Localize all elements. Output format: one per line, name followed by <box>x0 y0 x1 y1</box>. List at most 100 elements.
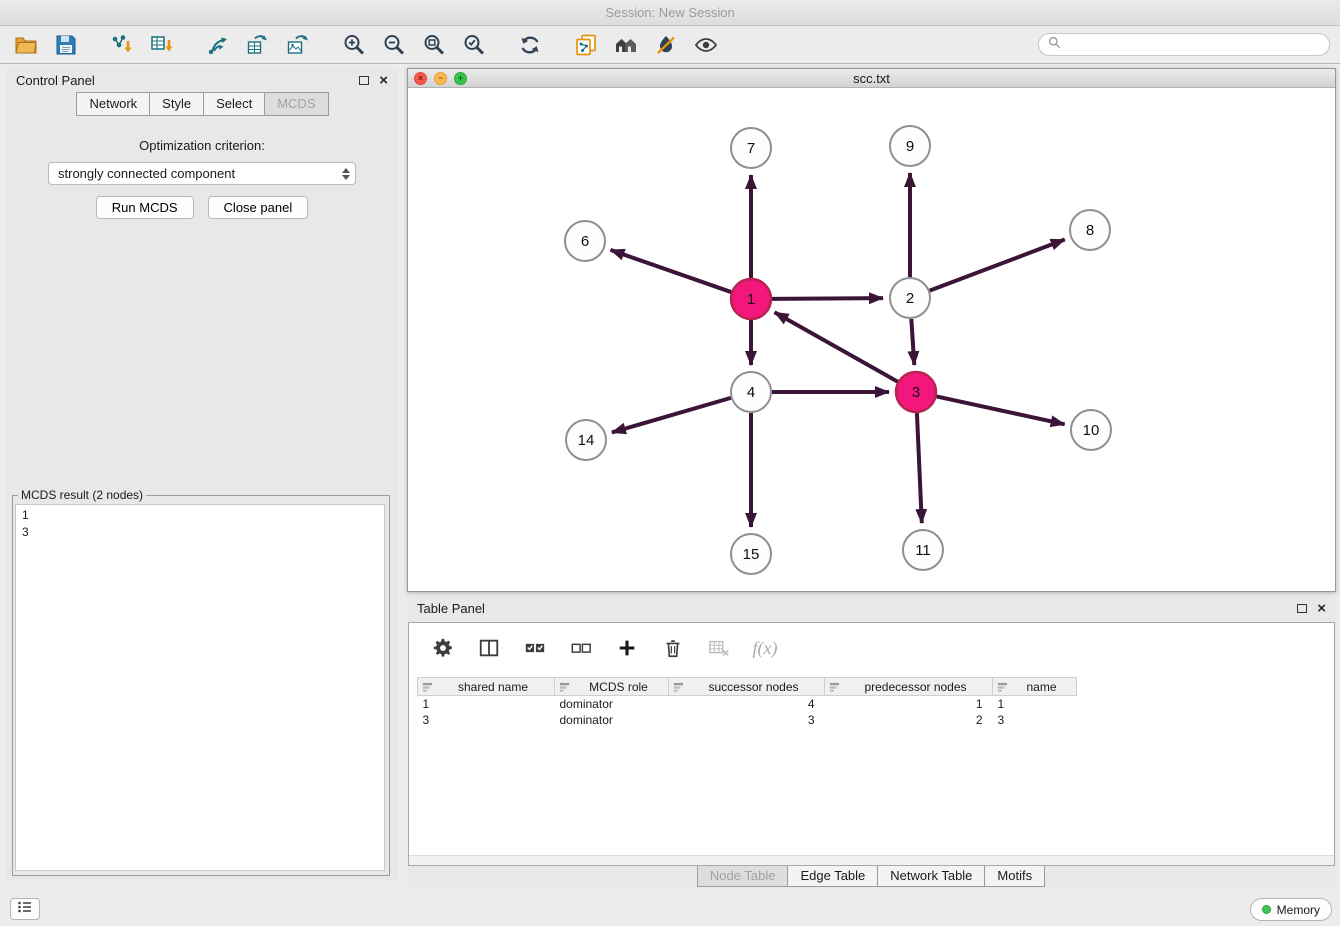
edge-3-1[interactable] <box>775 312 898 381</box>
edge-4-14[interactable] <box>612 398 731 433</box>
table-horizontal-scrollbar[interactable] <box>409 855 1334 865</box>
show-details-icon[interactable] <box>690 31 722 59</box>
save-session-icon[interactable] <box>50 31 82 59</box>
table-cell[interactable]: 1 <box>825 696 993 712</box>
deselect-all-rows-icon[interactable] <box>567 634 595 662</box>
tab-edge-table[interactable]: Edge Table <box>787 866 878 887</box>
column-header-predecessor-nodes[interactable]: predecessor nodes <box>825 678 993 696</box>
node-8[interactable]: 8 <box>1070 210 1110 250</box>
tab-network[interactable]: Network <box>76 92 150 116</box>
tab-select[interactable]: Select <box>203 92 265 116</box>
table-cell[interactable]: dominator <box>555 696 669 712</box>
panel-list-button[interactable] <box>10 898 40 920</box>
table-cell[interactable]: 2 <box>825 712 993 728</box>
tab-style[interactable]: Style <box>149 92 204 116</box>
column-header-mcds-role[interactable]: MCDS role <box>555 678 669 696</box>
import-network-icon[interactable] <box>106 31 138 59</box>
node-7[interactable]: 7 <box>731 128 771 168</box>
close-table-panel-icon[interactable]: × <box>1317 601 1326 616</box>
edge-3-10[interactable] <box>937 396 1065 424</box>
memory-button[interactable]: Memory <box>1250 898 1332 921</box>
table-cell[interactable]: 1 <box>993 696 1077 712</box>
minimize-window-icon[interactable]: − <box>434 72 447 85</box>
column-header-name[interactable]: name <box>993 678 1077 696</box>
optimization-criterion-select[interactable]: strongly connected component <box>48 162 356 185</box>
tab-network-table[interactable]: Network Table <box>877 866 985 887</box>
application-window: Session: New Session Control Panel × Net… <box>0 0 1340 926</box>
edge-2-3[interactable] <box>911 319 914 365</box>
zoom-window-icon[interactable]: + <box>454 72 467 85</box>
toolbar-group <box>10 31 82 59</box>
table-cell[interactable]: 3 <box>993 712 1077 728</box>
mcds-action-buttons: Run MCDS Close panel <box>6 196 398 219</box>
main-toolbar-icons <box>10 31 722 59</box>
table-row[interactable]: 3dominator323 <box>418 712 1077 728</box>
node-3[interactable]: 3 <box>896 372 936 412</box>
zoom-fit-icon[interactable] <box>418 31 450 59</box>
close-panel-button[interactable]: Close panel <box>208 196 309 219</box>
node-15[interactable]: 15 <box>731 534 771 574</box>
mcds-result-box: MCDS result (2 nodes) 13 <box>12 488 390 876</box>
node-6[interactable]: 6 <box>565 221 605 261</box>
edge-2-8[interactable] <box>930 240 1065 291</box>
column-header-shared-name[interactable]: shared name <box>418 678 555 696</box>
refresh-view-icon[interactable] <box>514 31 546 59</box>
toolbar-group <box>338 31 490 59</box>
column-header-successor-nodes[interactable]: successor nodes <box>669 678 825 696</box>
tab-node-table[interactable]: Node Table <box>697 866 789 887</box>
table-settings-icon[interactable] <box>429 634 457 662</box>
node-14[interactable]: 14 <box>566 420 606 460</box>
node-9[interactable]: 9 <box>890 126 930 166</box>
delete-table-icon <box>705 634 733 662</box>
node-11[interactable]: 11 <box>903 530 943 570</box>
add-column-icon[interactable] <box>613 634 641 662</box>
float-table-panel-icon[interactable] <box>1297 604 1307 613</box>
new-network-icon[interactable] <box>202 31 234 59</box>
float-panel-icon[interactable] <box>359 76 369 85</box>
export-image-icon[interactable] <box>282 31 314 59</box>
tab-motifs[interactable]: Motifs <box>984 866 1045 887</box>
node-table-header-row: shared nameMCDS rolesuccessor nodesprede… <box>418 678 1077 696</box>
export-table-icon[interactable] <box>242 31 274 59</box>
toolbar-group <box>106 31 178 59</box>
search-input[interactable] <box>1066 38 1320 52</box>
show-columns-icon[interactable] <box>475 634 503 662</box>
table-cell[interactable]: dominator <box>555 712 669 728</box>
svg-text:10: 10 <box>1083 422 1100 439</box>
table-row[interactable]: 1dominator411 <box>418 696 1077 712</box>
node-10[interactable]: 10 <box>1071 410 1111 450</box>
table-cell[interactable]: 3 <box>669 712 825 728</box>
table-cell[interactable]: 1 <box>418 696 555 712</box>
node-4[interactable]: 4 <box>731 372 771 412</box>
edge-1-2[interactable] <box>772 298 883 299</box>
apply-style-icon[interactable] <box>650 31 682 59</box>
network-window-titlebar[interactable]: ×−+ scc.txt <box>408 69 1335 88</box>
delete-column-icon[interactable] <box>659 634 687 662</box>
network-clipboard-icon[interactable] <box>570 31 602 59</box>
graph-canvas[interactable]: 7 9 6 8 1 2 4 3 14 10 15 11 <box>408 88 1335 591</box>
network-canvas[interactable]: 7 9 6 8 1 2 4 3 14 10 15 11 <box>408 88 1335 591</box>
open-file-icon[interactable] <box>10 31 42 59</box>
close-panel-icon[interactable]: × <box>379 73 388 88</box>
tab-mcds[interactable]: MCDS <box>264 92 328 116</box>
edge-3-11[interactable] <box>917 413 922 523</box>
sort-icon <box>422 682 433 696</box>
zoom-selected-icon[interactable] <box>458 31 490 59</box>
close-window-icon[interactable]: × <box>414 72 427 85</box>
home-overview-icon[interactable] <box>610 31 642 59</box>
node-1[interactable]: 1 <box>731 279 771 319</box>
svg-text:9: 9 <box>906 138 914 155</box>
edge-1-6[interactable] <box>610 250 731 292</box>
import-table-icon[interactable] <box>146 31 178 59</box>
zoom-in-icon[interactable] <box>338 31 370 59</box>
run-mcds-button[interactable]: Run MCDS <box>96 196 194 219</box>
zoom-out-icon[interactable] <box>378 31 410 59</box>
table-toolbar: f(x) <box>409 623 1334 673</box>
select-all-rows-icon[interactable] <box>521 634 549 662</box>
table-cell[interactable]: 3 <box>418 712 555 728</box>
function-builder-icon: f(x) <box>751 634 779 662</box>
node-2[interactable]: 2 <box>890 278 930 318</box>
search-field[interactable] <box>1038 33 1330 56</box>
svg-text:15: 15 <box>743 546 760 563</box>
table-cell[interactable]: 4 <box>669 696 825 712</box>
